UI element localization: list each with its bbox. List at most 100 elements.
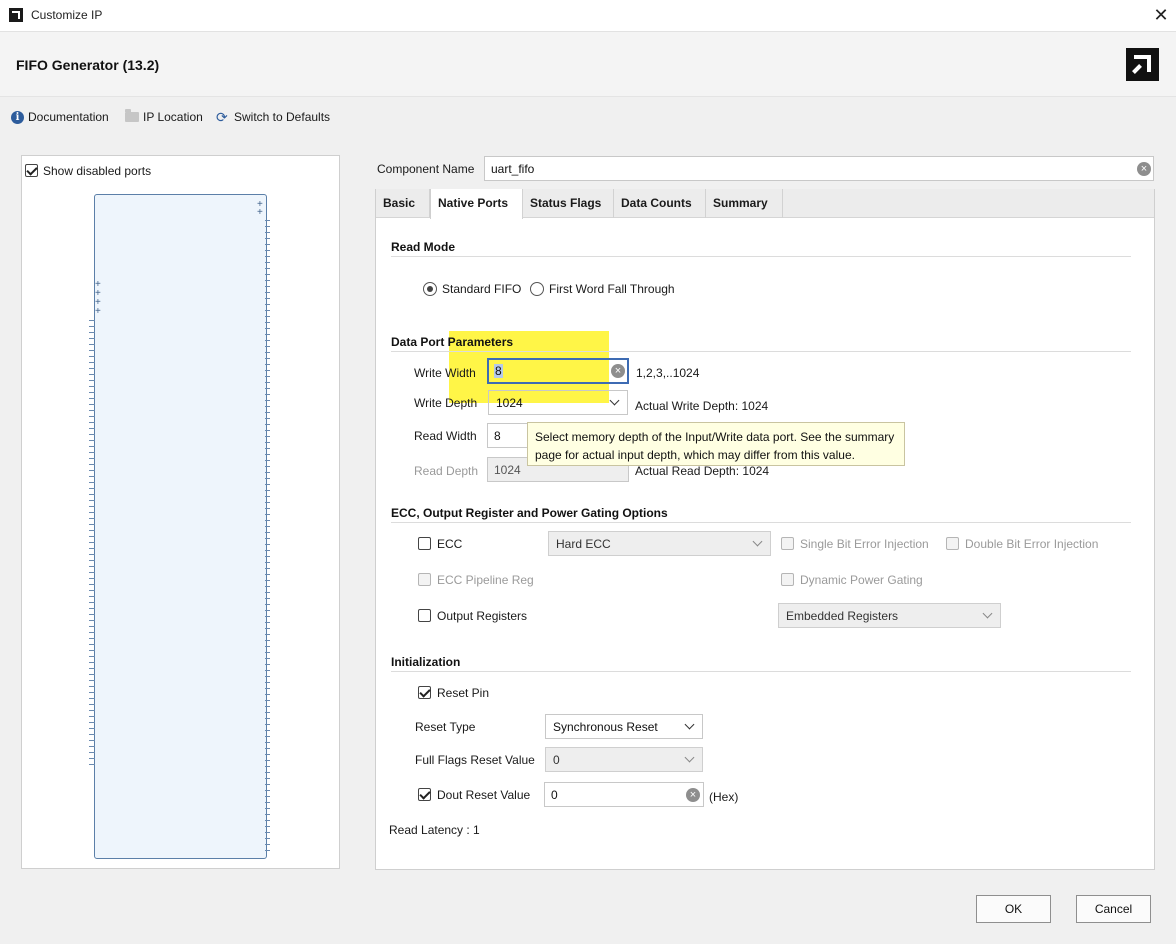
symbol-pin: [265, 544, 270, 545]
symbol-pin: [265, 490, 270, 491]
tab-basic[interactable]: Basic: [376, 189, 430, 218]
refresh-icon: ⟳: [216, 108, 228, 125]
symbol-pin: [265, 778, 270, 779]
actual-read-depth: Actual Read Depth: 1024: [635, 464, 770, 478]
tab-data-counts[interactable]: Data Counts: [614, 189, 706, 218]
show-disabled-ports-checkbox[interactable]: [25, 164, 38, 177]
symbol-pin: [265, 436, 270, 437]
ecc-pipeline-checkbox: [418, 573, 431, 586]
symbol-pin: [89, 566, 95, 567]
symbol-pin: [89, 416, 95, 417]
symbol-pin: [89, 332, 95, 333]
symbol-pin: [89, 500, 95, 501]
symbol-pin: [265, 784, 270, 785]
write-width-label: Write Width: [414, 366, 476, 380]
symbol-pin: [265, 712, 270, 713]
divider: [391, 351, 1131, 352]
symbol-pin: [265, 484, 270, 485]
clear-icon[interactable]: ×: [686, 788, 700, 802]
symbol-pin: [265, 310, 270, 311]
single-bit-error-label: Single Bit Error Injection: [800, 537, 929, 551]
chevron-down-icon: [609, 395, 620, 406]
ecc-label: ECC: [437, 537, 463, 551]
write-depth-select[interactable]: 1024: [488, 390, 628, 415]
symbol-pin: [265, 244, 270, 245]
symbol-pin: [265, 616, 270, 617]
symbol-pin: [265, 502, 270, 503]
symbol-pin: [89, 752, 95, 753]
symbol-pin: [89, 422, 95, 423]
ecc-type-value: Hard ECC: [556, 537, 611, 551]
symbol-pin: [89, 560, 95, 561]
symbol-pin: [89, 614, 95, 615]
dout-reset-checkbox[interactable]: [418, 788, 431, 801]
symbol-pin: [265, 574, 270, 575]
divider: [391, 522, 1131, 523]
symbol-pin: [89, 386, 95, 387]
symbol-pin: [89, 452, 95, 453]
symbol-pin: [265, 682, 270, 683]
symbol-pin: [89, 620, 95, 621]
symbol-pin: [265, 760, 270, 761]
symbol-pin: [265, 466, 270, 467]
symbol-pin: [89, 518, 95, 519]
folder-icon: [125, 109, 139, 122]
symbol-pin: [265, 700, 270, 701]
symbol-pin: [265, 526, 270, 527]
symbol-pin: [265, 580, 270, 581]
page-title: FIFO Generator (13.2): [16, 57, 160, 73]
clear-icon[interactable]: ×: [611, 364, 625, 378]
expand-icon[interactable]: +: [257, 208, 263, 218]
symbol-pin: [265, 496, 270, 497]
symbol-pin: [89, 674, 95, 675]
symbol-pin: [265, 844, 270, 845]
dout-reset-input[interactable]: 0: [544, 782, 704, 807]
symbol-pin: [265, 298, 270, 299]
symbol-pin: [89, 710, 95, 711]
actual-write-depth: Actual Write Depth: 1024: [635, 399, 769, 413]
documentation-link[interactable]: i Documentation: [11, 109, 109, 125]
symbol-pin: [89, 512, 95, 513]
fwft-radio[interactable]: [530, 282, 544, 296]
symbol-pin: [89, 494, 95, 495]
double-bit-error-label: Double Bit Error Injection: [965, 537, 1099, 551]
symbol-pin: [89, 458, 95, 459]
tab-summary[interactable]: Summary: [706, 189, 783, 218]
ip-symbol-block: [94, 194, 267, 859]
symbol-pin: [89, 728, 95, 729]
symbol-pin: [265, 628, 270, 629]
symbol-pin: [265, 706, 270, 707]
component-name-input[interactable]: uart_fifo: [484, 156, 1154, 181]
symbol-pin: [89, 632, 95, 633]
tooltip-line: page for actual input depth, which may d…: [535, 448, 855, 462]
symbol-pin: [89, 554, 95, 555]
standard-fifo-radio[interactable]: [423, 282, 437, 296]
expand-icon[interactable]: +: [95, 307, 101, 317]
amd-logo-icon: [1126, 48, 1159, 81]
ok-button[interactable]: OK: [976, 895, 1051, 923]
ecc-checkbox[interactable]: [418, 537, 431, 550]
ip-location-link[interactable]: IP Location: [125, 109, 203, 125]
symbol-pin: [89, 680, 95, 681]
close-icon[interactable]: ✕: [1150, 4, 1172, 26]
symbol-pin: [265, 658, 270, 659]
symbol-pin: [265, 520, 270, 521]
data-port-heading: Data Port Parameters: [391, 335, 514, 349]
chevron-down-icon: [982, 608, 993, 619]
switch-defaults-link[interactable]: ⟳ Switch to Defaults: [216, 109, 330, 125]
show-disabled-ports-label: Show disabled ports: [43, 164, 152, 178]
symbol-pin: [265, 598, 270, 599]
tab-native-ports[interactable]: Native Ports: [430, 189, 523, 219]
symbol-pin: [89, 404, 95, 405]
write-width-range: 1,2,3,..1024: [636, 366, 700, 380]
chevron-down-icon: [684, 719, 695, 730]
output-registers-checkbox[interactable]: [418, 609, 431, 622]
reset-type-select[interactable]: Synchronous Reset: [545, 714, 703, 739]
clear-icon[interactable]: ×: [1137, 162, 1151, 176]
cancel-button[interactable]: Cancel: [1076, 895, 1151, 923]
reset-pin-checkbox[interactable]: [418, 686, 431, 699]
symbol-pin: [89, 698, 95, 699]
tab-status-flags[interactable]: Status Flags: [523, 189, 614, 218]
symbol-pin: [265, 694, 270, 695]
symbol-pin: [265, 358, 270, 359]
